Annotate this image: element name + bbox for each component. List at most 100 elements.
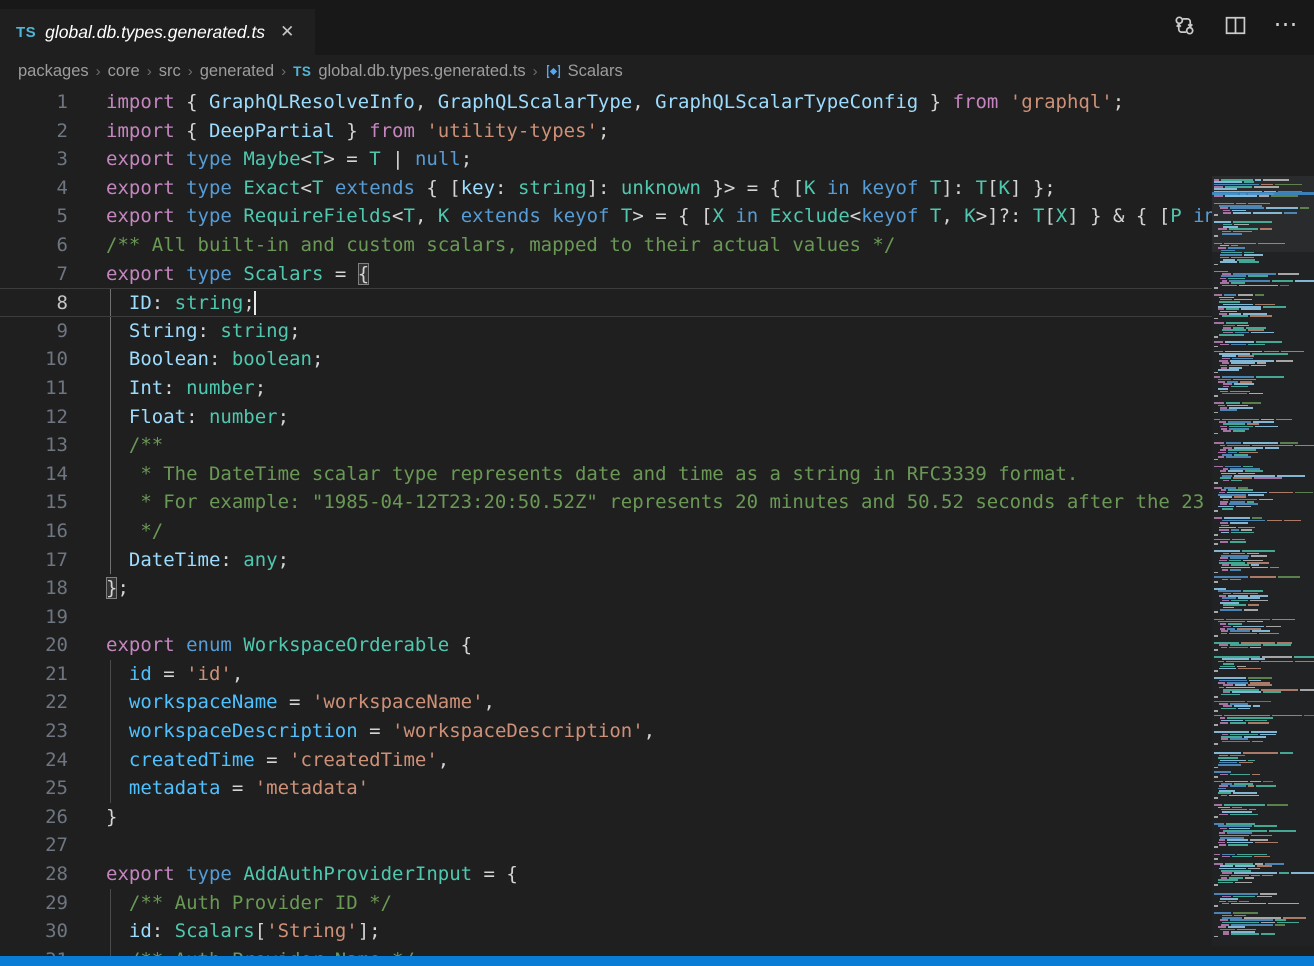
breadcrumb-item-packages[interactable]: packages [18,62,89,80]
breadcrumb-item-src[interactable]: src [159,62,181,80]
line-content[interactable]: import { GraphQLResolveInfo, GraphQLScal… [106,88,1212,117]
line-number-19[interactable]: 19 [0,603,68,632]
breadcrumb-item-generated[interactable]: generated [200,62,274,80]
line-number-14[interactable]: 14 [0,460,68,489]
code-line-16[interactable]: 16 */ [0,517,1212,546]
code-line-26[interactable]: 26} [0,803,1212,832]
code-line-14[interactable]: 14 * The DateTime scalar type represents… [0,460,1212,489]
split-editor-icon[interactable] [1223,13,1247,37]
line-content[interactable]: import { DeepPartial } from 'utility-typ… [106,117,1212,146]
line-content[interactable]: workspaceDescription = 'workspaceDescrip… [106,717,1212,746]
code-line-4[interactable]: 4export type Exact<T extends { [key: str… [0,174,1212,203]
line-content[interactable]: /** Auth Provider Name */ [106,946,1212,956]
code-line-18[interactable]: 18}; [0,574,1212,603]
line-number-3[interactable]: 3 [0,145,68,174]
line-content[interactable] [106,603,1212,632]
line-content[interactable]: Int: number; [106,374,1212,403]
line-number-26[interactable]: 26 [0,803,68,832]
line-content[interactable]: String: string; [106,317,1212,346]
code-line-2[interactable]: 2 import { DeepPartial } from 'utility-ty… [0,117,1212,146]
line-number-11[interactable]: 11 [0,374,68,403]
line-number-1[interactable]: 1 [0,88,68,117]
code-line-10[interactable]: 10 Boolean: boolean; [0,345,1212,374]
code-line-9[interactable]: 9 String: string; [0,317,1212,346]
line-number-22[interactable]: 22 [0,688,68,717]
line-number-6[interactable]: 6 [0,231,68,260]
line-content[interactable]: * The DateTime scalar type represents da… [106,460,1212,489]
more-actions-icon[interactable]: ⋯ [1274,13,1298,37]
line-number-2[interactable]: 2 [0,117,68,146]
code-line-5[interactable]: 5export type RequireFields<T, K extends … [0,202,1212,231]
line-content[interactable]: export enum WorkspaceOrderable { [106,631,1212,660]
code-line-8[interactable]: 8 ID: string; [0,288,1212,317]
line-content[interactable]: * For example: "1985-04-12T23:20:50.52Z"… [106,488,1212,517]
code-line-20[interactable]: 20 export enum WorkspaceOrderable { [0,631,1212,660]
code-line-24[interactable]: 24 createdTime = 'createdTime', [0,746,1212,775]
code-line-3[interactable]: 3 export type Maybe<T> = T | null; [0,145,1212,174]
line-content[interactable]: export type Scalars = { [106,260,1212,289]
code-line-27[interactable]: 27 [0,831,1212,860]
breadcrumb-item-file[interactable]: global.db.types.generated.ts [318,62,525,81]
code-line-11[interactable]: 11 Int: number; [0,374,1212,403]
tab-global-db-types-generated[interactable]: TS global.db.types.generated.ts ✕ [0,9,315,55]
code-line-1[interactable]: 1 import { GraphQLResolveInfo, GraphQLSca… [0,88,1212,117]
breadcrumb-item-symbol[interactable]: Scalars [568,62,623,81]
line-content[interactable]: Float: number; [106,403,1212,432]
line-content[interactable]: } [106,803,1212,832]
code-line-22[interactable]: 22 workspaceName = 'workspaceName', [0,688,1212,717]
line-content[interactable]: export type RequireFields<T, K extends k… [106,202,1216,231]
line-content[interactable]: Boolean: boolean; [106,345,1212,374]
line-content[interactable]: id: Scalars['String']; [106,917,1212,946]
line-number-8[interactable]: 8 [0,289,68,316]
code-line-12[interactable]: 12 Float: number; [0,403,1212,432]
line-number-28[interactable]: 28 [0,860,68,889]
line-content[interactable]: export type Exact<T extends { [key: stri… [106,174,1212,203]
line-number-15[interactable]: 15 [0,488,68,517]
line-content[interactable]: DateTime: any; [106,546,1212,575]
line-number-31[interactable]: 31 [0,946,68,956]
line-content[interactable]: metadata = 'metadata' [106,774,1212,803]
code-line-6[interactable]: 6 /** All built-in and custom scalars, ma… [0,231,1212,260]
line-content[interactable]: export type Maybe<T> = T | null; [106,145,1212,174]
line-content[interactable] [106,831,1212,860]
line-number-13[interactable]: 13 [0,431,68,460]
line-number-18[interactable]: 18 [0,574,68,603]
line-content[interactable]: /** [106,431,1212,460]
minimap[interactable] [1212,176,1314,946]
line-number-5[interactable]: 5 [0,202,68,231]
line-content[interactable]: ID: string; [106,289,1212,316]
line-number-29[interactable]: 29 [0,889,68,918]
line-content[interactable]: workspaceName = 'workspaceName', [106,688,1212,717]
line-number-27[interactable]: 27 [0,831,68,860]
code-line-31[interactable]: 31 /** Auth Provider Name */ [0,946,1212,956]
code-line-17[interactable]: 17 DateTime: any; [0,546,1212,575]
code-line-30[interactable]: 30 id: Scalars['String']; [0,917,1212,946]
code-line-25[interactable]: 25 metadata = 'metadata' [0,774,1212,803]
line-number-24[interactable]: 24 [0,746,68,775]
line-number-23[interactable]: 23 [0,717,68,746]
code-line-29[interactable]: 29 /** Auth Provider ID */ [0,889,1212,918]
line-number-12[interactable]: 12 [0,403,68,432]
breadcrumb-item-core[interactable]: core [108,62,140,80]
close-tab-icon[interactable]: ✕ [280,22,294,42]
line-number-10[interactable]: 10 [0,345,68,374]
line-number-17[interactable]: 17 [0,546,68,575]
code-line-19[interactable]: 19 [0,603,1212,632]
line-content[interactable]: }; [106,574,1212,603]
code-line-28[interactable]: 28 export type AddAuthProviderInput = { [0,860,1212,889]
code-line-21[interactable]: 21 id = 'id', [0,660,1212,689]
line-number-30[interactable]: 30 [0,917,68,946]
code-line-13[interactable]: 13 /** [0,431,1212,460]
open-changes-icon[interactable] [1172,13,1196,37]
line-number-25[interactable]: 25 [0,774,68,803]
line-content[interactable]: export type AddAuthProviderInput = { [106,860,1212,889]
line-number-20[interactable]: 20 [0,631,68,660]
line-content[interactable]: */ [106,517,1212,546]
code-line-7[interactable]: 7 export type Scalars = { [0,260,1212,289]
code-line-15[interactable]: 15 * For example: "1985-04-12T23:20:50.5… [0,488,1212,517]
line-content[interactable]: /** All built-in and custom scalars, map… [106,231,1212,260]
line-number-7[interactable]: 7 [0,260,68,289]
code-line-23[interactable]: 23 workspaceDescription = 'workspaceDesc… [0,717,1212,746]
line-content[interactable]: id = 'id', [106,660,1212,689]
line-content[interactable]: /** Auth Provider ID */ [106,889,1212,918]
